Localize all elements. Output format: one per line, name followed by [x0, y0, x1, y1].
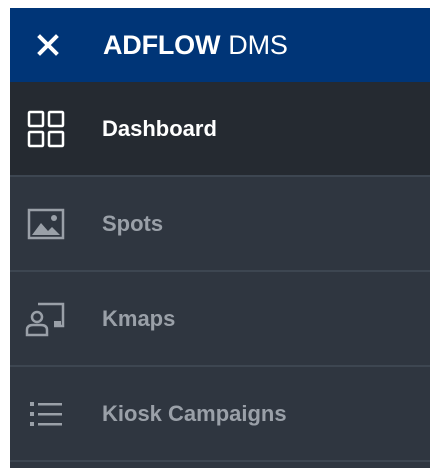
sidebar-item-label: Kiosk Campaigns	[102, 400, 287, 426]
brand-suffix: DMS	[228, 29, 288, 60]
sidebar-item-label: Kmaps	[102, 305, 176, 331]
sidebar: ADFLOW DMS Dashboard Spots Kmaps Kiosk C…	[10, 8, 430, 468]
close-icon[interactable]	[34, 31, 62, 59]
sidebar-item-dashboard[interactable]: Dashboard	[10, 82, 430, 177]
app-brand: ADFLOW DMS	[103, 30, 288, 61]
sidebar-header: ADFLOW DMS	[10, 8, 430, 82]
dashboard-grid-icon	[24, 107, 68, 151]
sidebar-item-kiosk-campaigns[interactable]: Kiosk Campaigns	[10, 367, 430, 462]
user-screen-icon	[24, 297, 68, 341]
sidebar-item-label: Dashboard	[102, 115, 217, 141]
brand-name: ADFLOW	[103, 29, 221, 60]
sidebar-item-kmaps[interactable]: Kmaps	[10, 272, 430, 367]
image-icon	[24, 202, 68, 246]
sidebar-item-spots[interactable]: Spots	[10, 177, 430, 272]
list-icon	[24, 392, 68, 436]
sidebar-item-label: Spots	[102, 210, 164, 236]
